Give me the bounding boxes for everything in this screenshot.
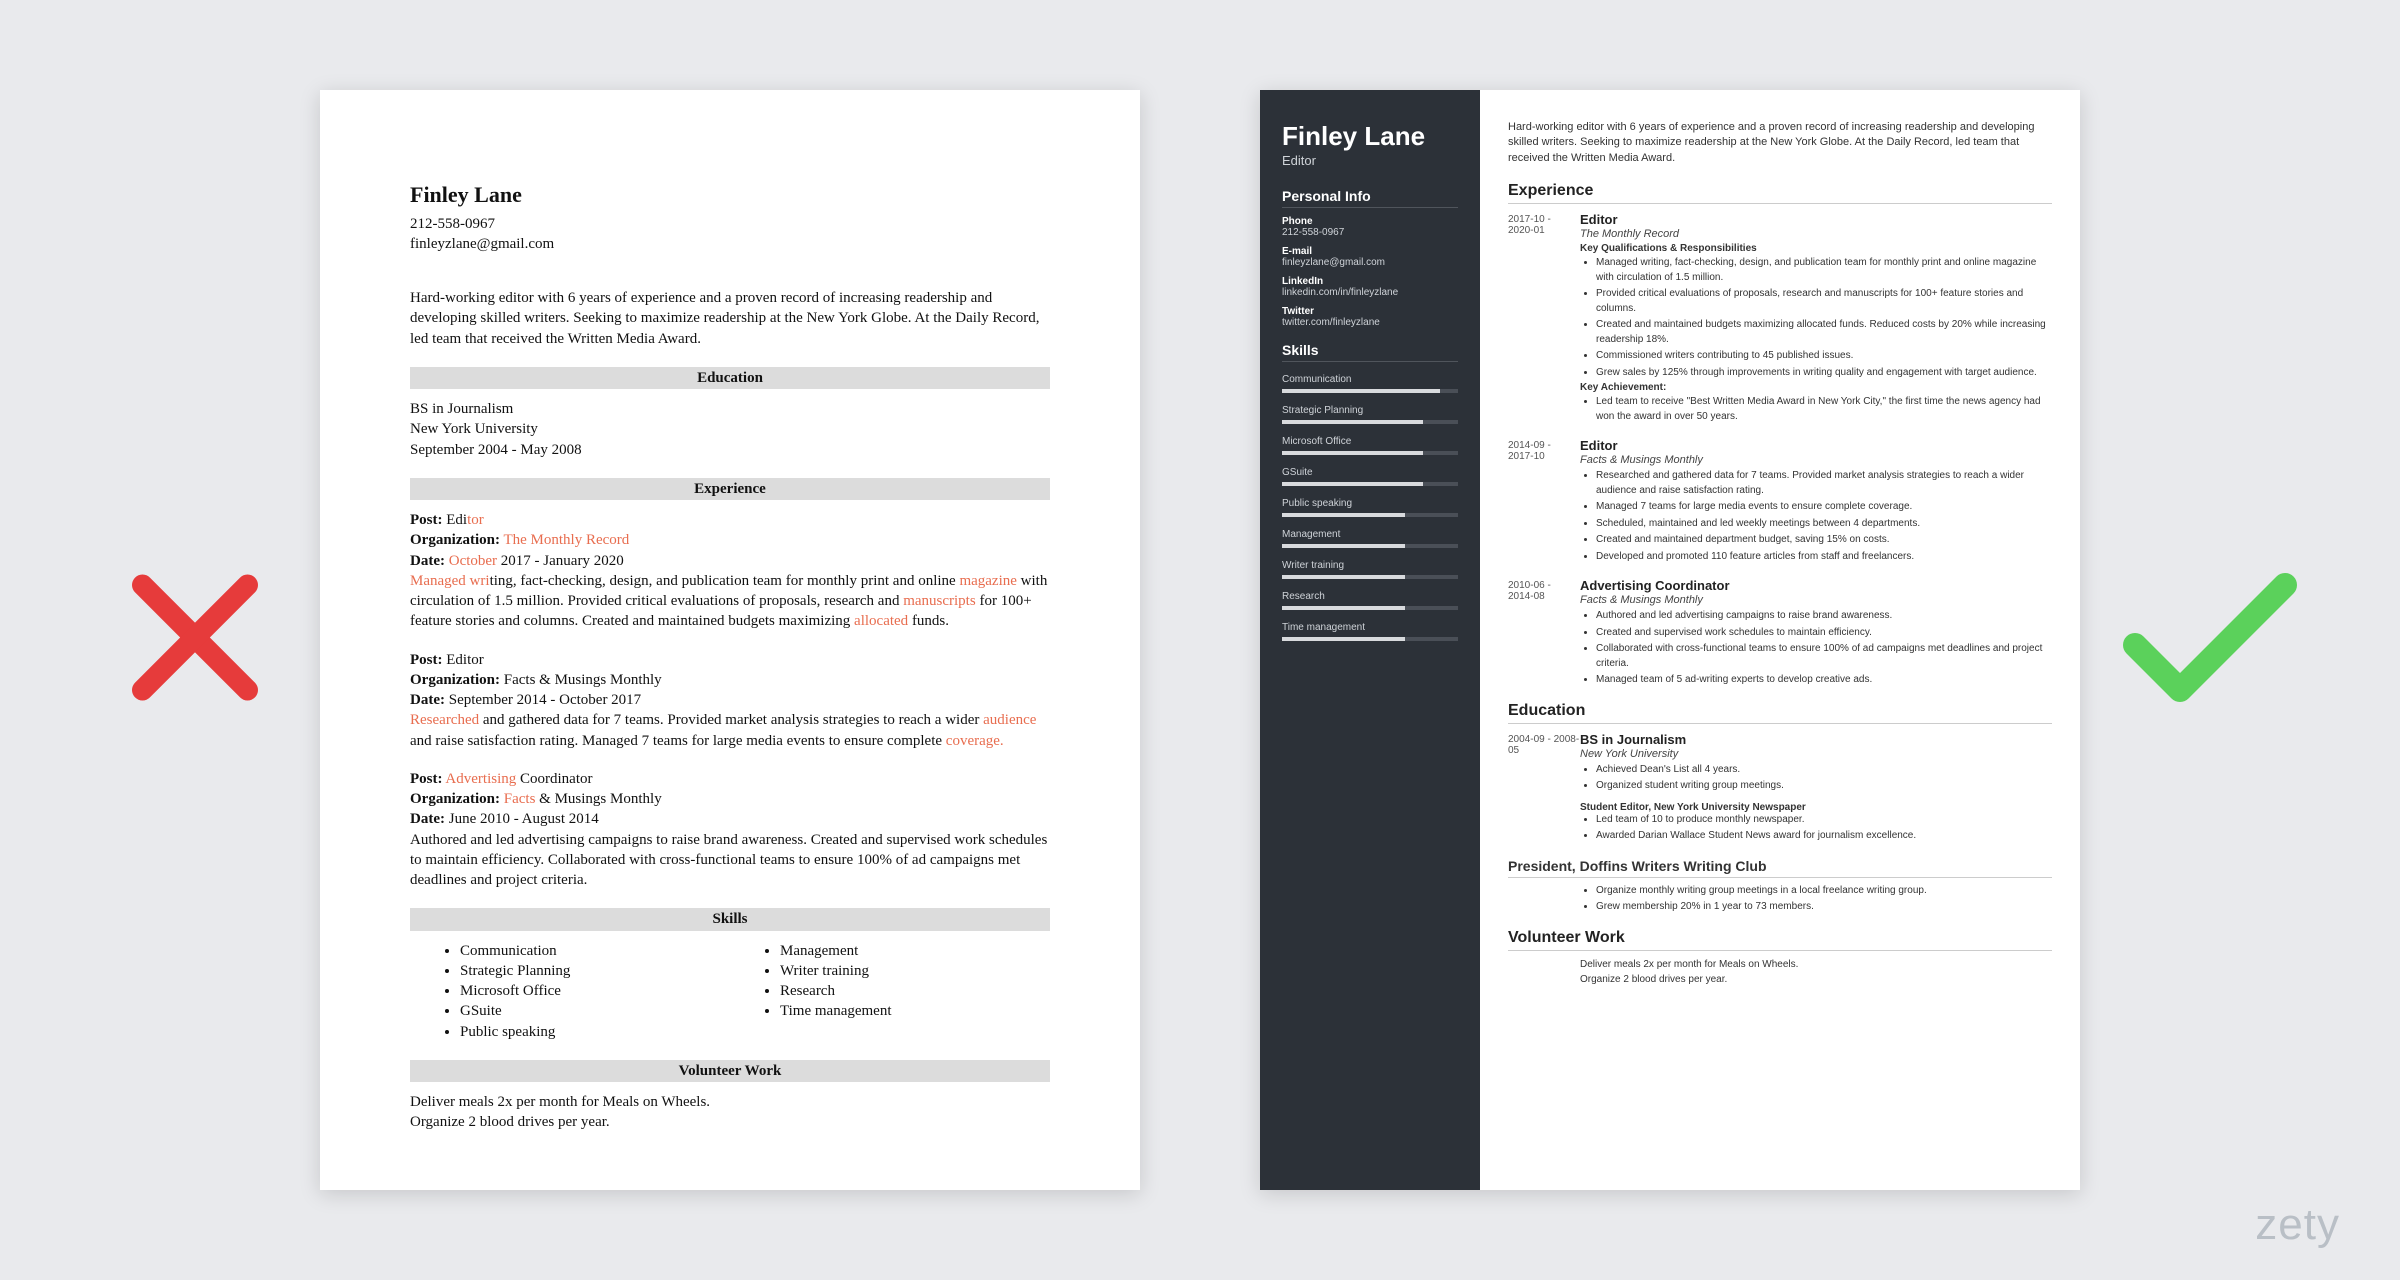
edu-dates: September 2004 - May 2008 (410, 440, 1050, 460)
name: Finley Lane (1282, 122, 1458, 151)
skill-bar: Microsoft Office (1282, 436, 1458, 455)
skill-item: Microsoft Office (460, 981, 730, 1001)
bullet: Organized student writing group meetings… (1596, 779, 2052, 794)
skill-bar: Public speaking (1282, 498, 1458, 517)
bullet: Led team of 10 to produce monthly newspa… (1596, 813, 2052, 828)
vol2: Organize 2 blood drives per year. (410, 1112, 1050, 1132)
job-block: 2017-10 -2020-01EditorThe Monthly Record… (1508, 212, 2052, 426)
section-skills: Skills (410, 908, 1050, 930)
skill-bar: Research (1282, 591, 1458, 610)
resume-page-good: Finley Lane Editor Personal Info Phone 2… (1260, 90, 2080, 1190)
club-title: President, Doffins Writers Writing Club (1508, 858, 2052, 878)
bullet: Led team to receive "Best Written Media … (1596, 395, 2052, 424)
summary: Hard-working editor with 6 years of expe… (1508, 120, 2052, 166)
brand-watermark: zety (2255, 1200, 2340, 1250)
skill-bar: Time management (1282, 622, 1458, 641)
summary: Hard-working editor with 6 years of expe… (410, 288, 1050, 349)
skills-columns: CommunicationStrategic PlanningMicrosoft… (410, 941, 1050, 1042)
sec-personal: Personal Info (1282, 188, 1458, 208)
skill-item: Research (780, 981, 1050, 1001)
vol1: Deliver meals 2x per month for Meals on … (410, 1092, 1050, 1112)
bullet: Managed team of 5 ad-writing experts to … (1596, 673, 2052, 688)
school: New York University (410, 419, 1050, 439)
section-volunteer: Volunteer Work (410, 1060, 1050, 1082)
bullet: Organize monthly writing group meetings … (1596, 884, 2052, 899)
skill-bar: Strategic Planning (1282, 405, 1458, 424)
job-2: Post: Editor Organization: Facts & Musin… (410, 650, 1050, 751)
skill-bar: GSuite (1282, 467, 1458, 486)
bullet: Grew membership 20% in 1 year to 73 memb… (1596, 900, 2052, 915)
skill-item: Strategic Planning (460, 961, 730, 981)
main-content: Hard-working editor with 6 years of expe… (1480, 90, 2080, 1190)
skill-item: Public speaking (460, 1022, 730, 1042)
job-3: Post: Advertising Coordinator Organizati… (410, 769, 1050, 891)
email: finleyzlane@gmail.com (410, 234, 1050, 254)
cross-icon (120, 563, 270, 718)
section-experience: Experience (410, 478, 1050, 500)
skill-item: Writer training (780, 961, 1050, 981)
skill-item: Time management (780, 1001, 1050, 1021)
bullet: Researched and gathered data for 7 teams… (1596, 469, 2052, 498)
bullet: Commissioned writers contributing to 45 … (1596, 349, 2052, 364)
skill-bar: Writer training (1282, 560, 1458, 579)
name: Finley Lane (410, 180, 1050, 210)
resume-page-bad: Finley Lane 212-558-0967 finleyzlane@gma… (320, 90, 1140, 1190)
job-block: 2014-09 -2017-10EditorFacts & Musings Mo… (1508, 438, 2052, 566)
sidebar: Finley Lane Editor Personal Info Phone 2… (1260, 90, 1480, 1190)
skill-item: GSuite (460, 1001, 730, 1021)
bullet: Grew sales by 125% through improvements … (1596, 366, 2052, 381)
bullet: Provided critical evaluations of proposa… (1596, 287, 2052, 316)
bullet: Created and maintained department budget… (1596, 533, 2052, 548)
skill-item: Communication (460, 941, 730, 961)
skill-bar: Communication (1282, 374, 1458, 393)
bullet: Scheduled, maintained and led weekly mee… (1596, 517, 2052, 532)
role: Editor (1282, 153, 1458, 168)
sec-experience: Experience (1508, 182, 2052, 204)
education-block: 2004-09 - 2008-05 BS in Journalism New Y… (1508, 732, 2052, 846)
sec-volunteer: Volunteer Work (1508, 929, 2052, 951)
bullet: Developed and promoted 110 feature artic… (1596, 550, 2052, 565)
bullet: Achieved Dean's List all 4 years. (1596, 763, 2052, 778)
job-1: Post: Editor Organization: The Monthly R… (410, 510, 1050, 632)
skill-bar: Management (1282, 529, 1458, 548)
degree: BS in Journalism (410, 399, 1050, 419)
check-icon (2120, 558, 2300, 723)
phone: 212-558-0967 (410, 214, 1050, 234)
bullet: Created and maintained budgets maximizin… (1596, 318, 2052, 347)
bullet: Managed writing, fact-checking, design, … (1596, 256, 2052, 285)
bullet: Awarded Darian Wallace Student News awar… (1596, 829, 2052, 844)
bullet: Managed 7 teams for large media events t… (1596, 500, 2052, 515)
sec-education: Education (1508, 702, 2052, 724)
sec-skills: Skills (1282, 342, 1458, 362)
section-education: Education (410, 367, 1050, 389)
bullet: Collaborated with cross-functional teams… (1596, 642, 2052, 671)
job-block: 2010-06 -2014-08Advertising CoordinatorF… (1508, 578, 2052, 690)
skill-item: Management (780, 941, 1050, 961)
bullet: Created and supervised work schedules to… (1596, 626, 2052, 641)
bullet: Authored and led advertising campaigns t… (1596, 609, 2052, 624)
